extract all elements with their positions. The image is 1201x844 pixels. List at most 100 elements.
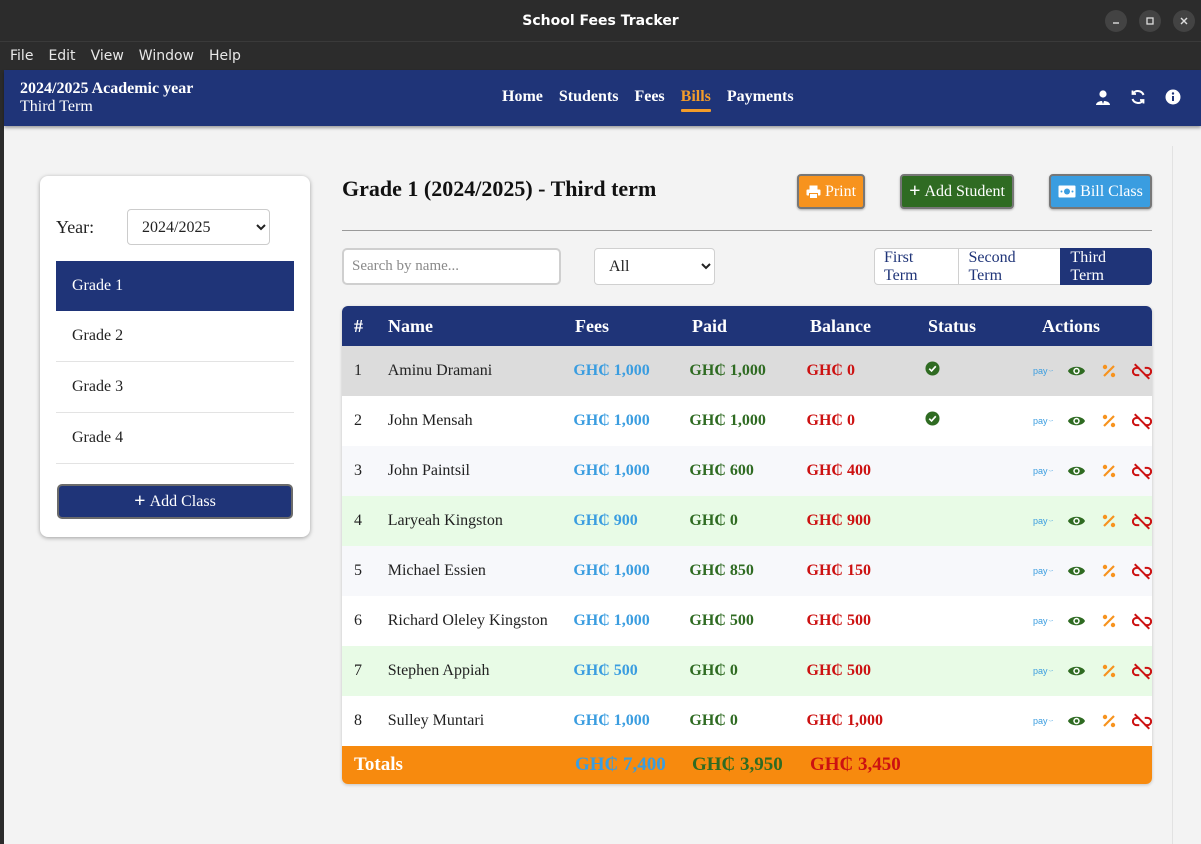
grade-item-1[interactable]: Grade 1 (56, 261, 294, 311)
row-actions: pay (1008, 511, 1152, 531)
pay-icon[interactable]: pay (1033, 361, 1053, 381)
percent-icon[interactable] (1099, 411, 1119, 431)
maximize-button[interactable] (1139, 10, 1161, 32)
bill-class-button[interactable]: Bill Class (1049, 174, 1152, 209)
unlink-icon[interactable] (1132, 661, 1152, 681)
grade-item-3[interactable]: Grade 3 (56, 362, 294, 413)
user-icon[interactable] (1095, 88, 1111, 106)
add-class-button[interactable]: + Add Class (57, 484, 293, 519)
percent-icon[interactable] (1099, 511, 1119, 531)
nav-icons (1095, 88, 1181, 106)
menu-file[interactable]: File (10, 48, 33, 64)
year-row: Year: 2024/2025 (56, 209, 270, 245)
pay-icon[interactable]: pay (1033, 611, 1053, 631)
unlink-icon[interactable] (1132, 561, 1152, 581)
eye-icon[interactable] (1066, 661, 1086, 681)
percent-icon[interactable] (1099, 361, 1119, 381)
info-icon[interactable] (1165, 88, 1181, 106)
row-paid: GH₵ 0 (689, 512, 738, 529)
academic-term: Third Term (20, 98, 93, 115)
bill-class-label: Bill Class (1080, 182, 1143, 200)
percent-icon[interactable] (1099, 561, 1119, 581)
close-button[interactable] (1173, 10, 1195, 32)
pay-icon[interactable]: pay (1033, 561, 1053, 581)
row-fees: GH₵ 900 (573, 512, 638, 529)
grade-item-2[interactable]: Grade 2 (56, 311, 294, 362)
pay-icon[interactable]: pay (1033, 661, 1053, 681)
pay-icon-text: pay (1033, 366, 1048, 376)
row-num: 1 (354, 362, 362, 379)
row-paid: GH₵ 0 (689, 712, 738, 729)
percent-icon[interactable] (1099, 711, 1119, 731)
print-label: Print (824, 182, 857, 200)
grade-item-4[interactable]: Grade 4 (56, 413, 294, 464)
bills-panel: Grade 1 (2024/2025) - Third term Print +… (342, 146, 1152, 844)
percent-icon[interactable] (1099, 661, 1119, 681)
term-third-button[interactable]: Third Term (1060, 248, 1152, 285)
eye-icon[interactable] (1066, 611, 1086, 631)
table-row: 2 John Mensah GH₵ 1,000 GH₵ 1,000 GH₵ 0 pay (342, 396, 1152, 446)
student-name: Aminu Dramani (387, 362, 493, 379)
unlink-icon[interactable] (1132, 711, 1152, 731)
pay-icon[interactable]: pay (1033, 411, 1053, 431)
pay-icon[interactable]: pay (1033, 461, 1053, 481)
table-row: 5 Michael Essien GH₵ 1,000 GH₵ 850 GH₵ 150 pa… (342, 546, 1152, 596)
term-first-button[interactable]: First Term (874, 248, 960, 285)
pay-icon[interactable]: pay (1033, 711, 1053, 731)
search-input[interactable] (342, 248, 561, 285)
eye-icon[interactable] (1066, 361, 1086, 381)
menu-edit[interactable]: Edit (48, 48, 75, 64)
eye-icon[interactable] (1066, 561, 1086, 581)
printer-icon (806, 185, 821, 199)
unlink-icon[interactable] (1132, 361, 1152, 381)
table-row: 7 Stephen Appiah GH₵ 500 GH₵ 0 GH₵ 500 pay (342, 646, 1152, 696)
unlink-icon[interactable] (1132, 511, 1152, 531)
row-balance: GH₵ 150 (806, 562, 871, 579)
unlink-icon[interactable] (1132, 411, 1152, 431)
nav-payments[interactable]: Payments (727, 88, 794, 112)
menu-window[interactable]: Window (139, 48, 194, 64)
add-student-button[interactable]: + Add Student (900, 174, 1014, 209)
content-area: Year: 2024/2025 Grade 1 Grade 2 Grade 3 … (18, 146, 1173, 844)
row-actions: pay (1008, 411, 1152, 431)
eye-icon[interactable] (1066, 711, 1086, 731)
print-button[interactable]: Print (797, 174, 865, 209)
menu-help[interactable]: Help (209, 48, 241, 64)
menu-view[interactable]: View (91, 48, 124, 64)
year-select[interactable]: 2024/2025 (127, 209, 270, 245)
totals-label: Totals (354, 754, 403, 775)
nav-students[interactable]: Students (559, 88, 619, 112)
percent-icon[interactable] (1099, 461, 1119, 481)
pay-icon[interactable]: pay (1033, 511, 1053, 531)
term-second-button[interactable]: Second Term (958, 248, 1062, 285)
row-num: 7 (354, 662, 362, 679)
row-paid: GH₵ 1,000 (689, 362, 766, 379)
row-paid: GH₵ 600 (689, 462, 754, 479)
minimize-button[interactable] (1105, 10, 1127, 32)
row-balance: GH₵ 1,000 (806, 712, 883, 729)
class-sidebar: Year: 2024/2025 Grade 1 Grade 2 Grade 3 … (40, 176, 310, 537)
row-fees: GH₵ 1,000 (573, 712, 650, 729)
row-balance: GH₵ 500 (806, 662, 871, 679)
status-filter-select[interactable]: All (594, 248, 715, 285)
header-num: # (354, 315, 363, 336)
nav-fees[interactable]: Fees (634, 88, 664, 112)
unlink-icon[interactable] (1132, 611, 1152, 631)
row-status (924, 411, 1008, 431)
totals-paid: GH₵ 3,950 (692, 754, 783, 775)
eye-icon[interactable] (1066, 461, 1086, 481)
row-num: 8 (354, 712, 362, 729)
window-title: School Fees Tracker (522, 12, 679, 29)
pay-icon-text: pay (1033, 566, 1048, 576)
nav-home[interactable]: Home (502, 88, 543, 112)
unlink-icon[interactable] (1132, 461, 1152, 481)
nav-bills[interactable]: Bills (680, 88, 712, 112)
student-name: Stephen Appiah (387, 662, 490, 679)
refresh-icon[interactable] (1130, 88, 1146, 106)
percent-icon[interactable] (1099, 611, 1119, 631)
row-paid: GH₵ 500 (689, 612, 754, 629)
plus-icon: + (909, 180, 921, 202)
row-paid: GH₵ 1,000 (689, 412, 766, 429)
eye-icon[interactable] (1066, 411, 1086, 431)
eye-icon[interactable] (1066, 511, 1086, 531)
